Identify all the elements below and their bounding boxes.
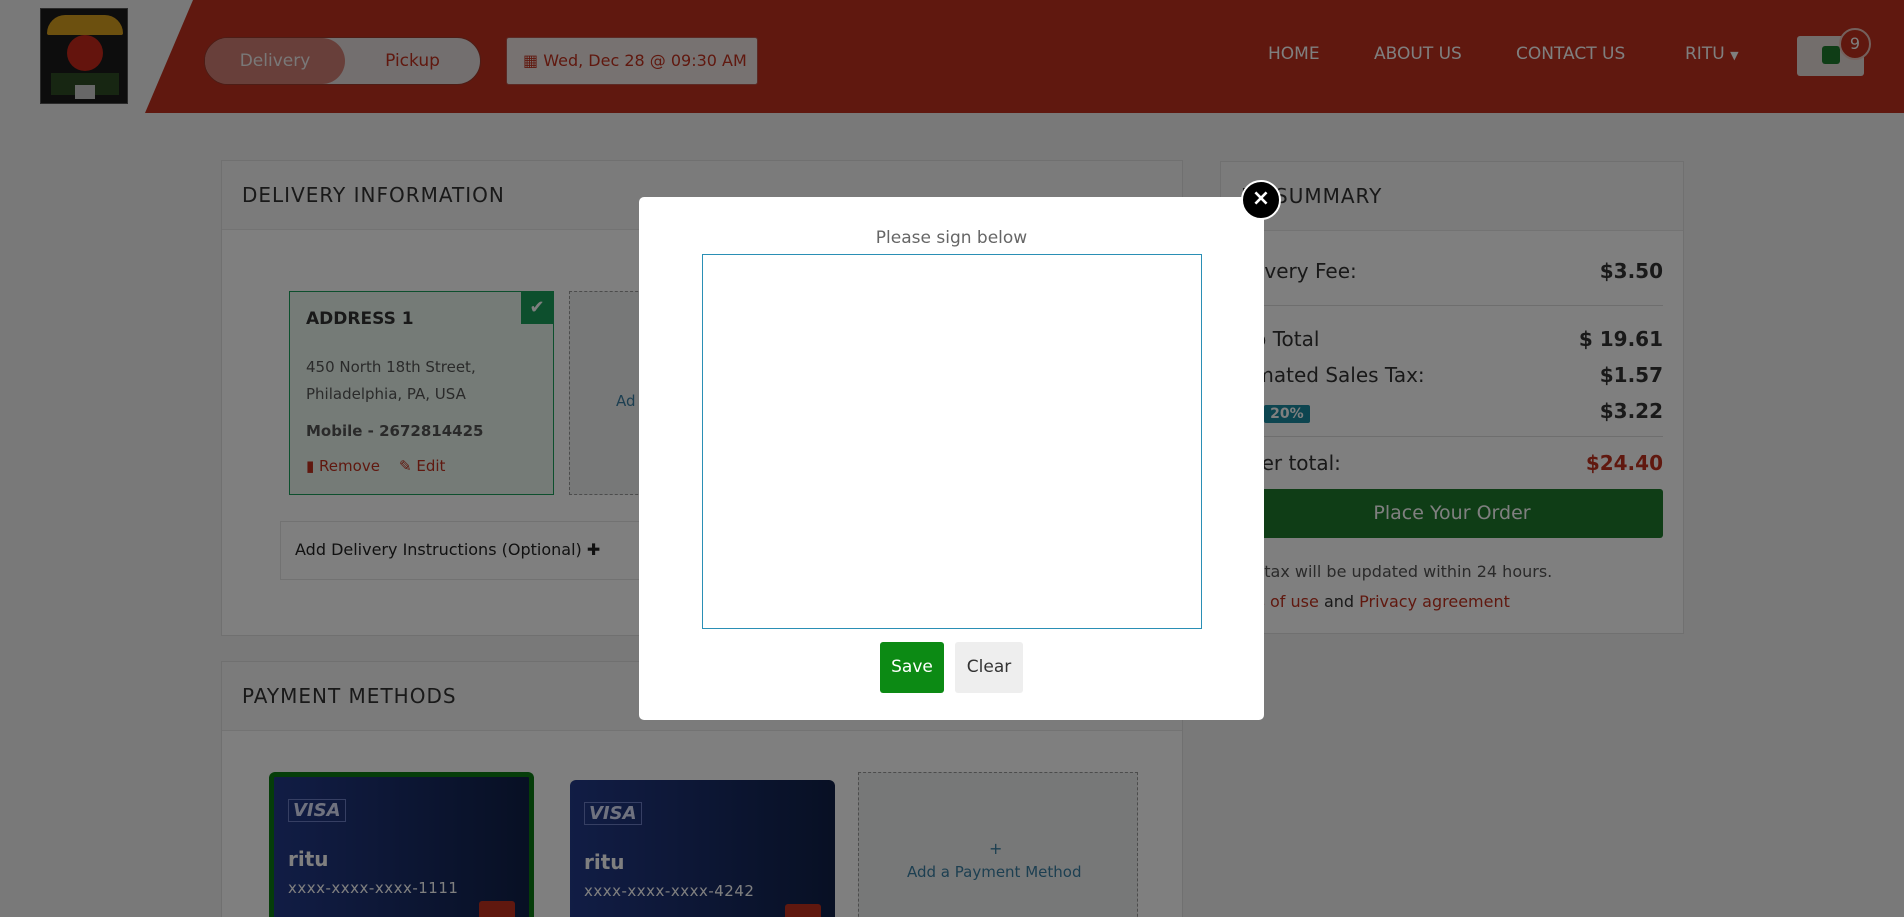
signature-modal: Please sign below Save Clear — [639, 197, 1264, 720]
save-button[interactable]: Save — [880, 642, 944, 693]
signature-pad[interactable] — [702, 254, 1202, 629]
close-icon[interactable]: × — [1241, 180, 1281, 220]
clear-button[interactable]: Clear — [955, 642, 1023, 693]
signature-prompt: Please sign below — [875, 228, 1028, 248]
